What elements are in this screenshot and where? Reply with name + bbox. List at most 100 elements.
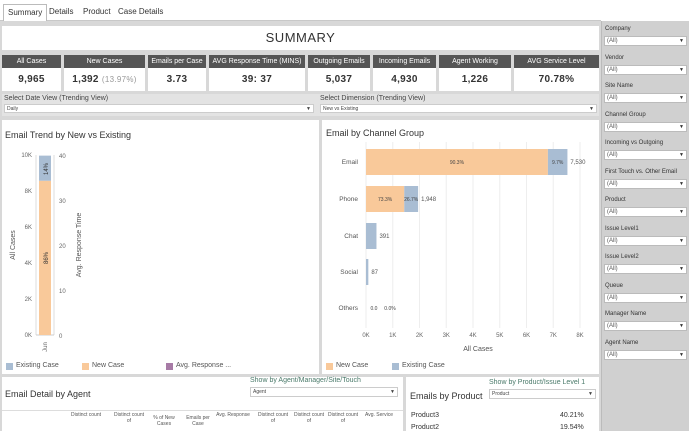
product-show-by-dropdown[interactable]: Product ▼ [489, 389, 596, 399]
dimension-dropdown[interactable]: New vs Existing ▼ [320, 104, 597, 113]
channel-total-label: 87 [371, 270, 378, 276]
channel-title: Email by Channel Group [326, 128, 425, 138]
channel-x-tick: 8K [576, 333, 583, 339]
filter-label-company: Company [605, 26, 631, 32]
channel-segment-label: 90.3% [450, 160, 465, 166]
filter-value: (All) [607, 123, 618, 130]
trend-y-tick: 6K [25, 225, 32, 231]
kpi-avg-response-time: AVG Response Time (MINS) 39: 37 [209, 55, 305, 91]
trend-y2-tick: 30 [59, 199, 66, 205]
kpi-label: Outgoing Emails [308, 55, 370, 68]
product-show-by-label: Show by Product/Issue Level 1 [489, 379, 586, 386]
date-view-value: Daily [7, 106, 19, 112]
tab-case-details[interactable]: Case Details [114, 4, 167, 21]
col-distinct-count-of[interactable]: Distinct count of [292, 412, 326, 424]
channel-category-label: Email [342, 159, 359, 166]
kpi-value: 5,037 [325, 74, 353, 85]
trend-bar-label-existing: 14% [44, 162, 50, 175]
legend-swatch-existing [392, 363, 399, 370]
col-avg-response[interactable]: Avg. Response [216, 412, 250, 418]
filter-dropdown-incoming-vs-outgoing[interactable]: (All) ▼ [604, 150, 687, 160]
kpi-label: All Cases [2, 55, 61, 68]
kpi-incoming-emails: Incoming Emails 4,930 [373, 55, 436, 91]
channel-x-axis-label: All Cases [463, 346, 493, 353]
filter-label-channel-group: Channel Group [605, 111, 646, 118]
kpi-value: 3.73 [166, 74, 188, 85]
channel-chart: 90.3% 9.7% 7,530 73.3% 26.7% 1,948 391 87 0.0 0.0… [338, 142, 586, 353]
channel-segment-label: 0.0 [371, 306, 378, 312]
agent-show-by-value: Agent [253, 389, 267, 395]
kpi-value: 39: 37 [241, 74, 273, 85]
col-distinct-count[interactable]: Distinct count [70, 412, 102, 418]
chevron-down-icon: ▼ [679, 38, 684, 44]
legend-new-case[interactable]: New Case [336, 362, 368, 369]
legend-swatch-existing [6, 363, 13, 370]
channel-segment-label: 73.3% [378, 197, 393, 203]
channel-bar-existing-case[interactable] [366, 223, 377, 249]
kpi-value: 4,930 [391, 74, 418, 85]
channel-bar-existing-case[interactable] [366, 259, 369, 285]
date-view-label: Select Date View (Trending View) [4, 95, 109, 102]
kpi-sub-value: (13.97%) [101, 75, 137, 84]
col-pct-new-cases[interactable]: % of New Cases [148, 415, 180, 427]
trend-y-tick: 0K [25, 333, 32, 339]
filter-label-issue-level2: Issue Level2 [605, 254, 639, 260]
col-distinct-count-of[interactable]: Distinct count of [326, 412, 360, 424]
filter-value: (All) [607, 66, 618, 73]
filter-dropdown-agent-name[interactable]: (All) ▼ [604, 349, 687, 360]
product-row-value: 19.54% [560, 424, 584, 431]
legend-existing-case[interactable]: Existing Case [16, 362, 59, 369]
filter-value: (All) [607, 351, 618, 358]
filter-value: (All) [607, 294, 618, 301]
product-row-name[interactable]: Product3 [411, 412, 439, 419]
product-row-value: 40.21% [560, 412, 584, 419]
filter-dropdown-channel-group[interactable]: (All) ▼ [604, 121, 687, 132]
filter-dropdown-company[interactable]: (All) ▼ [604, 36, 687, 46]
legend-existing-case[interactable]: Existing Case [402, 362, 445, 369]
dimension-value: New vs Existing [323, 106, 359, 112]
product-row-name[interactable]: Product2 [411, 424, 439, 431]
chevron-down-icon: ▼ [679, 66, 684, 73]
kpi-label: AVG Service Level [514, 55, 599, 68]
chevron-down-icon: ▼ [588, 391, 593, 397]
filter-dropdown-queue[interactable]: (All) ▼ [604, 292, 687, 303]
chevron-down-icon: ▼ [679, 123, 684, 130]
filter-value: (All) [607, 180, 618, 187]
filter-dropdown-vendor[interactable]: (All) ▼ [604, 64, 687, 75]
filter-label-queue: Queue [605, 282, 624, 289]
agent-title: Email Detail by Agent [5, 389, 91, 399]
trend-title: Email Trend by New vs Existing [5, 130, 132, 140]
filter-dropdown-issue-level2[interactable]: (All) ▼ [604, 264, 687, 274]
channel-x-tick: 4K [469, 333, 476, 339]
agent-show-by-dropdown[interactable]: Agent ▼ [250, 387, 398, 397]
channel-x-tick: 0K [362, 333, 369, 339]
chevron-down-icon: ▼ [679, 351, 684, 358]
chevron-down-icon: ▼ [306, 106, 311, 112]
channel-total-label: 1,948 [421, 197, 437, 203]
tab-summary[interactable]: Summary [3, 4, 48, 22]
tab-product[interactable]: Product [79, 4, 115, 21]
kpi-value: 9,965 [18, 74, 45, 85]
tab-details[interactable]: Details [45, 4, 77, 21]
trend-y2-tick: 10 [59, 289, 66, 295]
filter-label-site-name: Site Name [605, 83, 634, 89]
col-distinct-count-of[interactable]: Distinct count of [256, 412, 290, 424]
legend-new-case[interactable]: New Case [92, 362, 124, 369]
legend-swatch-new [82, 363, 89, 370]
filter-dropdown-manager-name[interactable]: (All) ▼ [604, 321, 687, 331]
trend-y-tick: 4K [25, 261, 32, 267]
filter-value: (All) [607, 323, 618, 329]
filter-dropdown-issue-level1[interactable]: (All) ▼ [604, 235, 687, 246]
col-avg-service[interactable]: Avg. Service [362, 412, 396, 418]
filter-dropdown-site-name[interactable]: (All) ▼ [604, 93, 687, 103]
channel-segment-label: 0.0% [384, 306, 396, 312]
filter-dropdown-product[interactable]: (All) ▼ [604, 207, 687, 217]
col-distinct-count-of[interactable]: Distinct count of [112, 412, 146, 424]
chevron-down-icon: ▼ [679, 152, 684, 158]
filter-dropdown-first-touch-vs-other-email[interactable]: (All) ▼ [604, 178, 687, 189]
channel-category-label: Chat [344, 233, 358, 240]
legend-avg-response[interactable]: Avg. Response ... [176, 362, 231, 369]
col-emails-per-case[interactable]: Emails per Case [182, 415, 214, 427]
date-view-dropdown[interactable]: Daily ▼ [4, 104, 314, 113]
channel-category-label: Phone [339, 196, 358, 203]
